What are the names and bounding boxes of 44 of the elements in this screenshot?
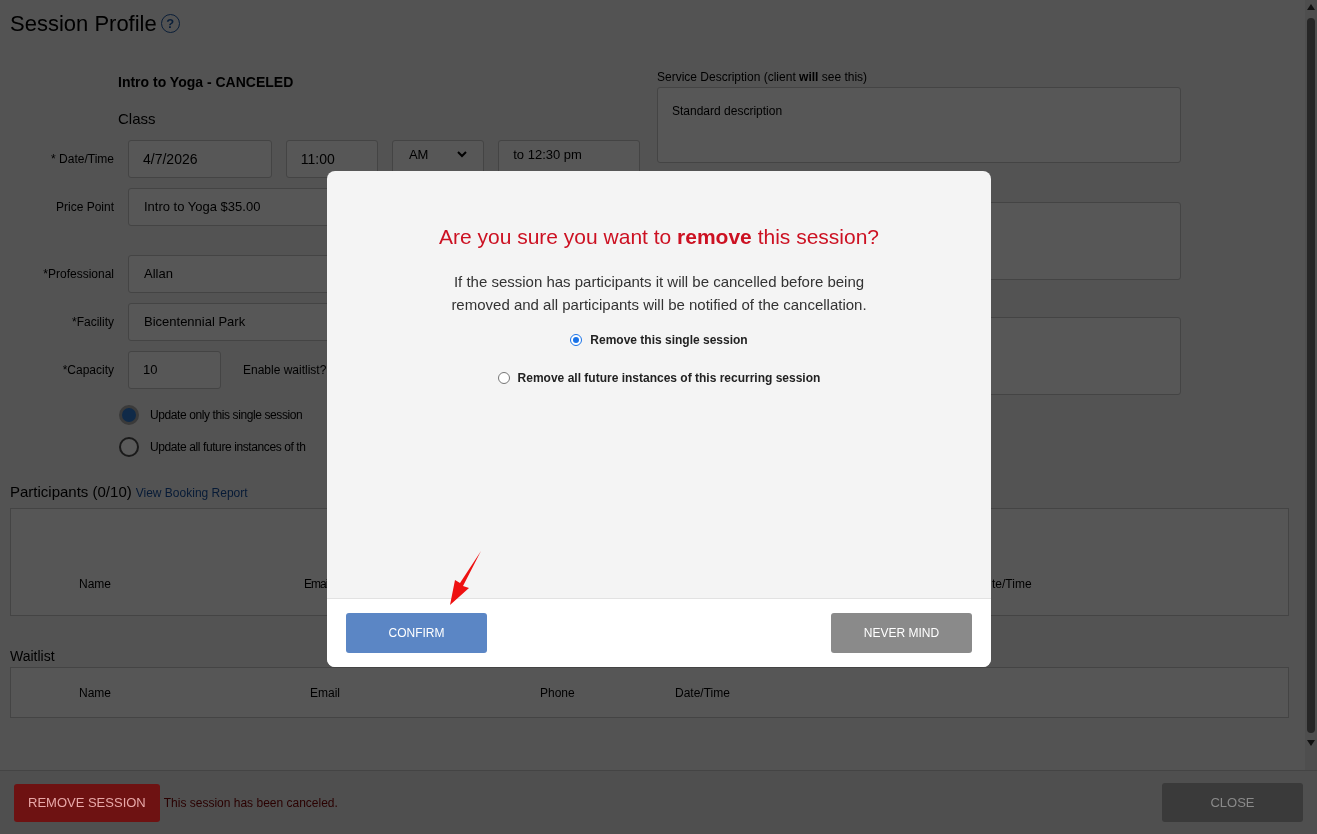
waitlist-label: Enable waitlist? bbox=[243, 362, 327, 379]
field-label: * Date/Time bbox=[50, 151, 114, 168]
dialog-message: If the session has participants it will be cancelled before being removed and all participants will be notified of the cancellation. bbox=[450, 271, 868, 315]
column-header: Phone bbox=[540, 685, 575, 700]
time-field[interactable]: 11:00 bbox=[285, 140, 378, 178]
section-title: Waitlist bbox=[10, 648, 55, 664]
field-label: Service Description (client will see this) bbox=[657, 69, 869, 84]
field-label: *Capacity bbox=[61, 362, 114, 379]
remove-session-button[interactable]: REMOVE SESSION bbox=[14, 783, 160, 822]
radio-label: Update all future instances of th bbox=[150, 439, 306, 456]
scroll-up-icon[interactable] bbox=[1307, 4, 1315, 10]
radio-button[interactable] bbox=[119, 405, 139, 425]
field-label: *Professional bbox=[42, 266, 114, 283]
status-message: This session has been canceled. bbox=[163, 794, 338, 812]
date-field[interactable]: 4/7/2026 bbox=[128, 140, 272, 178]
scrollbar[interactable] bbox=[1305, 0, 1317, 770]
radio-label: Update only this single session bbox=[150, 407, 303, 424]
field-label: Price Point bbox=[54, 199, 114, 216]
column-header: Name bbox=[79, 577, 111, 591]
section-title: Participants (0/10) bbox=[10, 482, 132, 502]
option-label: Remove all future instances of this recurring session bbox=[517, 369, 821, 387]
pointer-arrow-icon bbox=[449, 550, 483, 606]
scroll-down-icon[interactable] bbox=[1307, 740, 1315, 746]
column-header: Email bbox=[310, 685, 340, 700]
close-button[interactable]: CLOSE bbox=[1162, 783, 1303, 822]
column-header: Date/Time bbox=[675, 685, 730, 700]
option-label: Remove this single session bbox=[590, 331, 748, 349]
confirm-button[interactable]: CONFIRM bbox=[346, 613, 487, 653]
chevron-down-icon bbox=[457, 151, 468, 158]
field-label: *Facility bbox=[71, 314, 114, 331]
column-header: te/Time bbox=[992, 577, 1032, 591]
dialog-title: Are you sure you want to remove this session? bbox=[438, 224, 880, 250]
session-type: Class bbox=[118, 110, 156, 127]
radio-button[interactable] bbox=[497, 371, 510, 384]
scrollbar-thumb[interactable] bbox=[1307, 18, 1315, 733]
booking-report-link[interactable]: View Booking Report bbox=[135, 484, 248, 502]
session-name: Intro to Yoga - CANCELED bbox=[118, 74, 294, 90]
never-mind-button[interactable]: NEVER MIND bbox=[831, 613, 972, 653]
radio-button[interactable] bbox=[570, 333, 583, 346]
radio-button[interactable] bbox=[119, 437, 139, 457]
column-header: Name bbox=[79, 685, 111, 700]
description-textarea[interactable]: Standard description bbox=[657, 87, 1181, 163]
page-title: Session Profile bbox=[10, 9, 157, 38]
capacity-field[interactable]: 10 bbox=[128, 351, 221, 389]
